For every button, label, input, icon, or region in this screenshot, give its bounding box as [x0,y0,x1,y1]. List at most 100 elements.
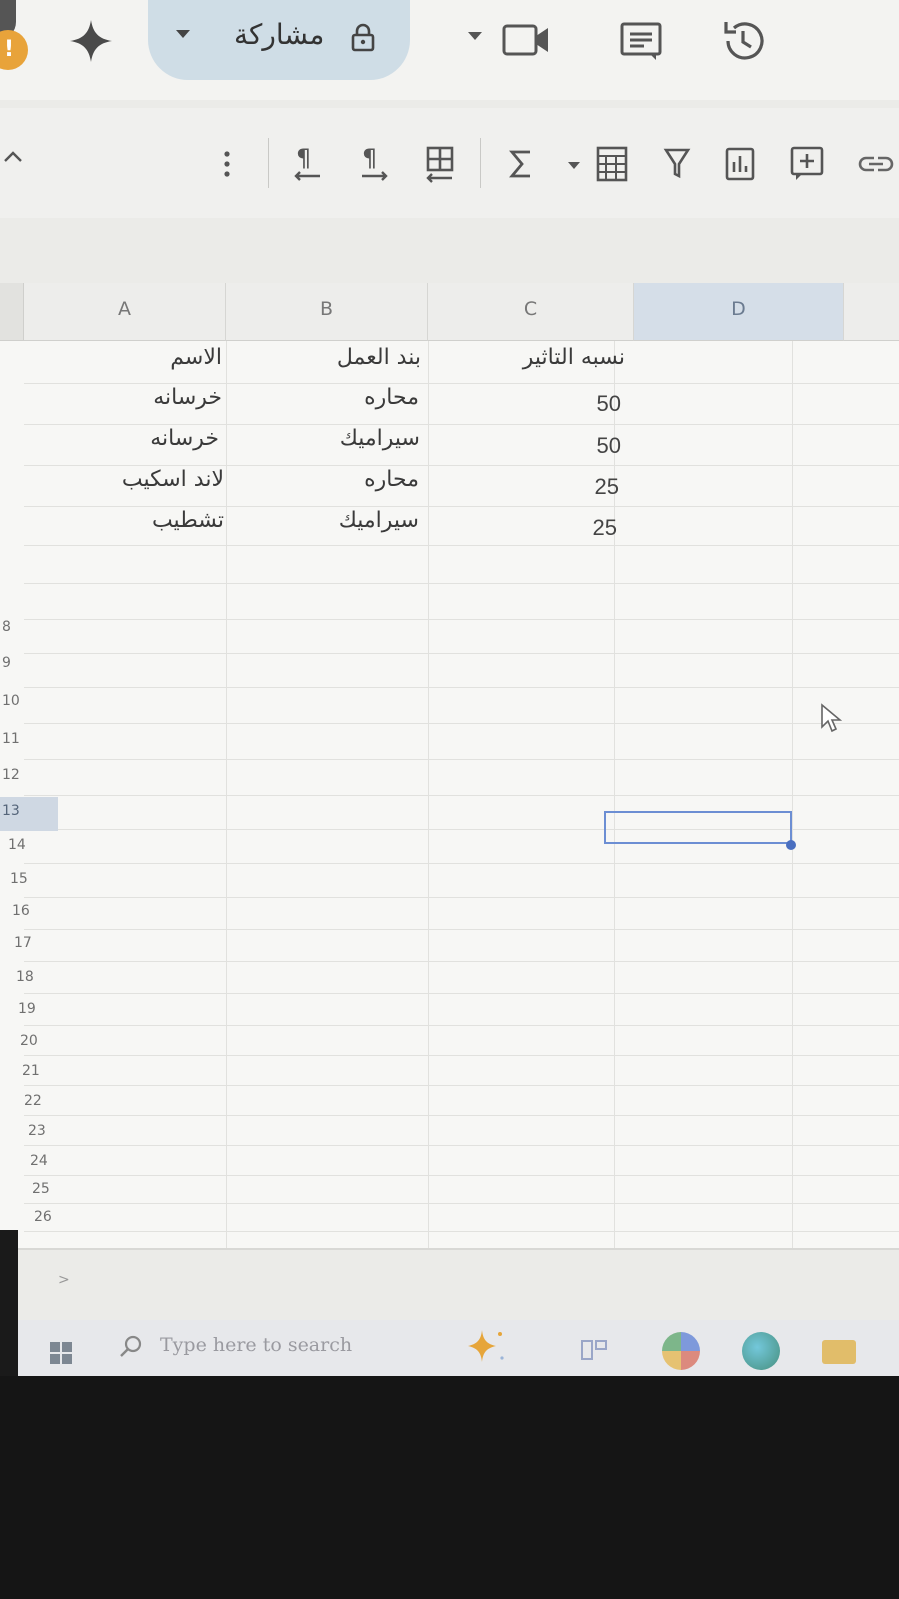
lock-icon [351,23,375,52]
sheet-tabs-bar: > [0,1248,899,1320]
insert-comment-icon[interactable] [788,142,826,186]
active-cell-selection[interactable] [604,811,792,844]
grid-line [24,424,899,425]
filter-icon[interactable] [662,142,692,186]
row-header[interactable]: 23 [0,1123,56,1139]
cell-a1[interactable]: الاسم [170,345,222,370]
task-view-icon[interactable] [580,1338,608,1362]
row-header[interactable]: 11 [0,731,56,747]
chart-icon[interactable] [722,142,758,186]
cell-b1[interactable]: بند العمل [337,345,421,370]
row-header[interactable]: 10 [0,693,56,709]
grid-line [24,795,899,796]
grid-line [24,897,899,898]
cell-c5[interactable]: 25 [593,515,617,541]
table-format-icon[interactable] [592,142,632,186]
version-history-icon[interactable] [718,16,768,66]
column-header-b[interactable]: B [226,283,428,341]
grid-line [792,341,793,1273]
link-icon[interactable] [856,142,896,186]
grid-line [24,545,899,546]
screen: ! مشاركة ¶ ¶ A B C D 8 9 10 11 12 13 14 … [0,0,899,1400]
edge-app-icon[interactable] [742,1332,780,1370]
grid-line [24,1025,899,1026]
cell-c2[interactable]: 50 [597,391,621,417]
video-call-icon[interactable] [500,20,552,60]
row-header[interactable]: 16 [0,903,56,919]
grid-line [24,465,899,466]
function-caret-icon[interactable] [566,142,582,186]
monitor-bezel [0,1376,899,1599]
grid-line [24,506,899,507]
cell-b3[interactable]: سيراميك [340,426,420,451]
taskbar-search-input[interactable]: Type here to search [160,1334,352,1356]
cell-a4[interactable]: لاند اسكيب [122,467,224,492]
grid-line [24,1085,899,1086]
windows-taskbar: Type here to search [0,1320,899,1376]
row-header[interactable]: 9 [0,655,56,671]
row-header[interactable]: 26 [0,1209,56,1225]
comments-icon[interactable] [618,20,664,62]
fill-handle[interactable] [786,840,796,850]
row-header-selected[interactable]: 13 [0,797,58,831]
share-button[interactable]: مشاركة [148,0,410,80]
grid-line [24,1055,899,1056]
row-header[interactable]: 21 [0,1063,56,1079]
grid-line [24,1231,899,1232]
grid-line [24,1145,899,1146]
column-header-d[interactable]: D [634,283,844,341]
file-explorer-icon[interactable] [822,1340,856,1364]
share-label: مشاركة [234,18,325,51]
row-header[interactable]: 22 [0,1093,56,1109]
cell-a5[interactable]: تشطيب [152,508,224,533]
row-header[interactable]: 18 [0,969,56,985]
toolbar-separator [480,138,481,188]
collapse-toolbar-chevron-icon[interactable] [2,148,24,164]
row-header[interactable]: 8 [0,619,56,635]
column-header-a[interactable]: A [24,283,226,341]
row-header[interactable]: 25 [0,1181,56,1197]
alert-badge[interactable]: ! [0,30,28,70]
cell-a2[interactable]: خرسانه [153,385,222,410]
grid-line [226,341,227,1273]
row-header[interactable]: 24 [0,1153,56,1169]
row-header[interactable]: 14 [0,837,56,853]
spreadsheet-grid[interactable]: A B C D 8 9 10 11 12 13 14 15 16 17 18 1… [0,283,899,1273]
merge-cells-icon[interactable] [420,142,458,186]
top-bar: ! مشاركة [0,0,899,100]
column-header-e[interactable] [844,283,899,341]
cell-a3[interactable]: خرسانه [150,426,219,451]
sheet-scroll-arrow[interactable]: > [58,1272,70,1288]
search-icon [120,1335,142,1357]
row-header[interactable]: 15 [0,871,56,887]
cell-c3[interactable]: 50 [597,433,621,459]
monitor-bezel-left [0,1230,18,1400]
grid-line [24,993,899,994]
chevron-down-icon[interactable] [176,30,190,38]
gemini-icon[interactable] [68,18,114,64]
sum-icon[interactable] [506,142,536,186]
windows-start-icon[interactable] [50,1342,72,1364]
ltr-paragraph-icon[interactable]: ¶ [356,142,392,186]
grid-line [24,583,899,584]
toolbar: ¶ ¶ [0,108,899,218]
copilot-sparkle-icon[interactable] [462,1324,506,1368]
row-header[interactable]: 12 [0,767,56,783]
mouse-pointer-icon [821,703,842,733]
row-header[interactable]: 20 [0,1033,56,1049]
meet-dropdown-chevron-icon[interactable] [468,32,482,40]
grid-line [24,619,899,620]
cell-b2[interactable]: محاره [364,385,419,410]
chrome-app-icon[interactable] [662,1332,700,1370]
more-vert-icon[interactable] [218,142,236,186]
row-header[interactable]: 17 [0,935,56,951]
cell-b4[interactable]: محاره [364,467,419,492]
row-header[interactable]: 19 [0,1001,56,1017]
cell-c4[interactable]: 25 [595,474,619,500]
cell-c1[interactable]: نسبه التاثير [523,345,625,370]
select-all-corner[interactable] [0,283,24,341]
rtl-paragraph-icon[interactable]: ¶ [290,142,326,186]
column-header-c[interactable]: C [428,283,634,341]
svg-text:¶: ¶ [362,144,377,172]
cell-b5[interactable]: سيراميك [339,508,419,533]
